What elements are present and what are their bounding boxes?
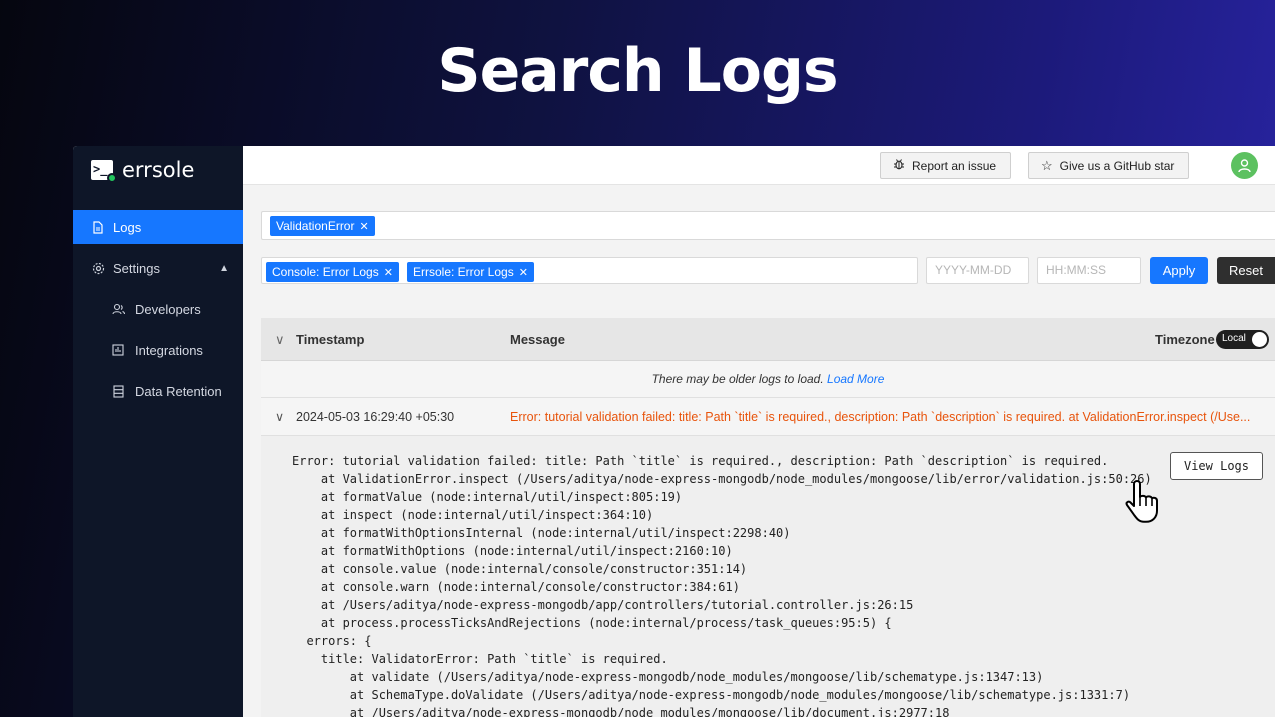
date-input[interactable]: YYYY-MM-DD bbox=[926, 257, 1029, 284]
search-tag-label: ValidationError bbox=[276, 219, 355, 233]
chevron-down-icon[interactable]: ∨ bbox=[275, 332, 285, 348]
filter-tag-label: Console: Error Logs bbox=[272, 265, 379, 279]
avatar[interactable] bbox=[1231, 152, 1258, 179]
gear-icon bbox=[91, 261, 105, 275]
sidebar-item-label: Settings bbox=[113, 260, 160, 276]
sidebar-item-integrations[interactable]: Integrations bbox=[73, 333, 243, 367]
users-icon bbox=[111, 302, 125, 316]
timezone-toggle[interactable]: Local bbox=[1216, 330, 1269, 349]
sidebar-item-label: Data Retention bbox=[135, 383, 222, 399]
older-logs-text: There may be older logs to load. bbox=[651, 372, 824, 386]
chevron-up-icon: ▲ bbox=[219, 262, 229, 274]
filter-tag-console[interactable]: Console: Error Logs ✕ bbox=[266, 262, 399, 282]
trace-line: at process.processTicksAndRejections (no… bbox=[292, 616, 892, 630]
table-header: ∨ Timestamp Message Timezone Local bbox=[261, 318, 1275, 361]
trace-line: at /Users/aditya/node-express-mongodb/ap… bbox=[292, 598, 914, 612]
trace-line: at formatValue (node:internal/util/inspe… bbox=[292, 490, 683, 504]
time-input[interactable]: HH:MM:SS bbox=[1037, 257, 1141, 284]
star-icon: ☆ bbox=[1041, 157, 1053, 173]
brand-name: errsole bbox=[122, 158, 195, 182]
chevron-down-icon[interactable]: ∨ bbox=[275, 409, 284, 424]
trace-line: at validate (/Users/aditya/node-express-… bbox=[292, 670, 1044, 684]
timezone-toggle-label: Local bbox=[1222, 333, 1246, 344]
trace-line: at ValidationError.inspect (/Users/adity… bbox=[292, 472, 1152, 486]
sidebar: >_ errsole Logs Settings ▲ Developers In… bbox=[73, 146, 243, 717]
timezone-label: Timezone bbox=[1155, 332, 1215, 347]
log-timestamp: 2024-05-03 16:29:40 +05:30 bbox=[296, 410, 455, 424]
trace-line: at /Users/aditya/node-express-mongodb/no… bbox=[292, 706, 950, 717]
report-issue-label: Report an issue bbox=[912, 158, 997, 173]
user-icon bbox=[1238, 159, 1251, 173]
bug-icon bbox=[893, 158, 905, 173]
older-logs-notice: There may be older logs to load. Load Mo… bbox=[261, 361, 1275, 398]
sidebar-item-label: Integrations bbox=[135, 342, 203, 358]
trace-line: Error: tutorial validation failed: title… bbox=[292, 454, 1109, 468]
load-more-link[interactable]: Load More bbox=[827, 372, 884, 386]
view-logs-button[interactable]: View Logs bbox=[1170, 452, 1263, 480]
trace-line: at formatWithOptionsInternal (node:inter… bbox=[292, 526, 791, 540]
close-icon[interactable]: ✕ bbox=[519, 266, 528, 279]
github-star-label: Give us a GitHub star bbox=[1059, 158, 1175, 173]
search-tag[interactable]: ValidationError ✕ bbox=[270, 216, 375, 236]
close-icon[interactable]: ✕ bbox=[359, 220, 368, 233]
reset-button[interactable]: Reset bbox=[1217, 257, 1275, 284]
apply-button[interactable]: Apply bbox=[1150, 257, 1208, 284]
sidebar-item-label: Logs bbox=[113, 219, 142, 235]
sidebar-item-logs[interactable]: Logs bbox=[73, 210, 243, 244]
trace-line: at console.warn (node:internal/console/c… bbox=[292, 580, 740, 594]
brand[interactable]: >_ errsole bbox=[91, 158, 195, 183]
close-icon[interactable]: ✕ bbox=[384, 266, 393, 279]
stack-trace: Error: tutorial validation failed: title… bbox=[292, 452, 1152, 717]
table-row[interactable]: ∨ 2024-05-03 16:29:40 +05:30 Error: tuto… bbox=[261, 398, 1275, 436]
sidebar-item-data-retention[interactable]: Data Retention bbox=[73, 374, 243, 408]
trace-line: at console.value (node:internal/console/… bbox=[292, 562, 748, 576]
filter-tag-errsole[interactable]: Errsole: Error Logs ✕ bbox=[407, 262, 534, 282]
chart-icon bbox=[111, 343, 125, 357]
github-star-button[interactable]: ☆ Give us a GitHub star bbox=[1028, 152, 1189, 179]
trace-line: errors: { bbox=[292, 634, 372, 648]
trace-line: title: ValidatorError: Path `title` is r… bbox=[292, 652, 668, 666]
sidebar-item-label: Developers bbox=[135, 301, 201, 317]
filter-tag-label: Errsole: Error Logs bbox=[413, 265, 514, 279]
trace-line: at inspect (node:internal/util/inspect:3… bbox=[292, 508, 654, 522]
log-source-filter[interactable]: Console: Error Logs ✕ Errsole: Error Log… bbox=[261, 257, 918, 284]
log-message: Error: tutorial validation failed: title… bbox=[510, 410, 1251, 424]
database-icon bbox=[111, 384, 125, 398]
top-bar: Report an issue ☆ Give us a GitHub star bbox=[243, 146, 1275, 185]
sidebar-item-settings[interactable]: Settings ▲ bbox=[73, 251, 243, 285]
column-header-timestamp: Timestamp bbox=[296, 332, 365, 347]
terminal-logo-icon: >_ bbox=[91, 160, 117, 183]
trace-line: at SchemaType.doValidate (/Users/aditya/… bbox=[292, 688, 1131, 702]
errsole-app-window: >_ errsole Logs Settings ▲ Developers In… bbox=[73, 146, 1275, 717]
hand-pointer-icon bbox=[1125, 478, 1163, 529]
toggle-knob bbox=[1252, 332, 1267, 347]
trace-line: at formatWithOptions (node:internal/util… bbox=[292, 544, 733, 558]
page-title: Search Logs bbox=[437, 36, 838, 106]
sidebar-item-developers[interactable]: Developers bbox=[73, 292, 243, 326]
column-header-message: Message bbox=[510, 332, 565, 347]
log-detail: Error: tutorial validation failed: title… bbox=[261, 436, 1275, 717]
file-text-icon bbox=[91, 220, 105, 234]
search-input[interactable]: ValidationError ✕ bbox=[261, 211, 1275, 240]
report-issue-button[interactable]: Report an issue bbox=[880, 152, 1011, 179]
